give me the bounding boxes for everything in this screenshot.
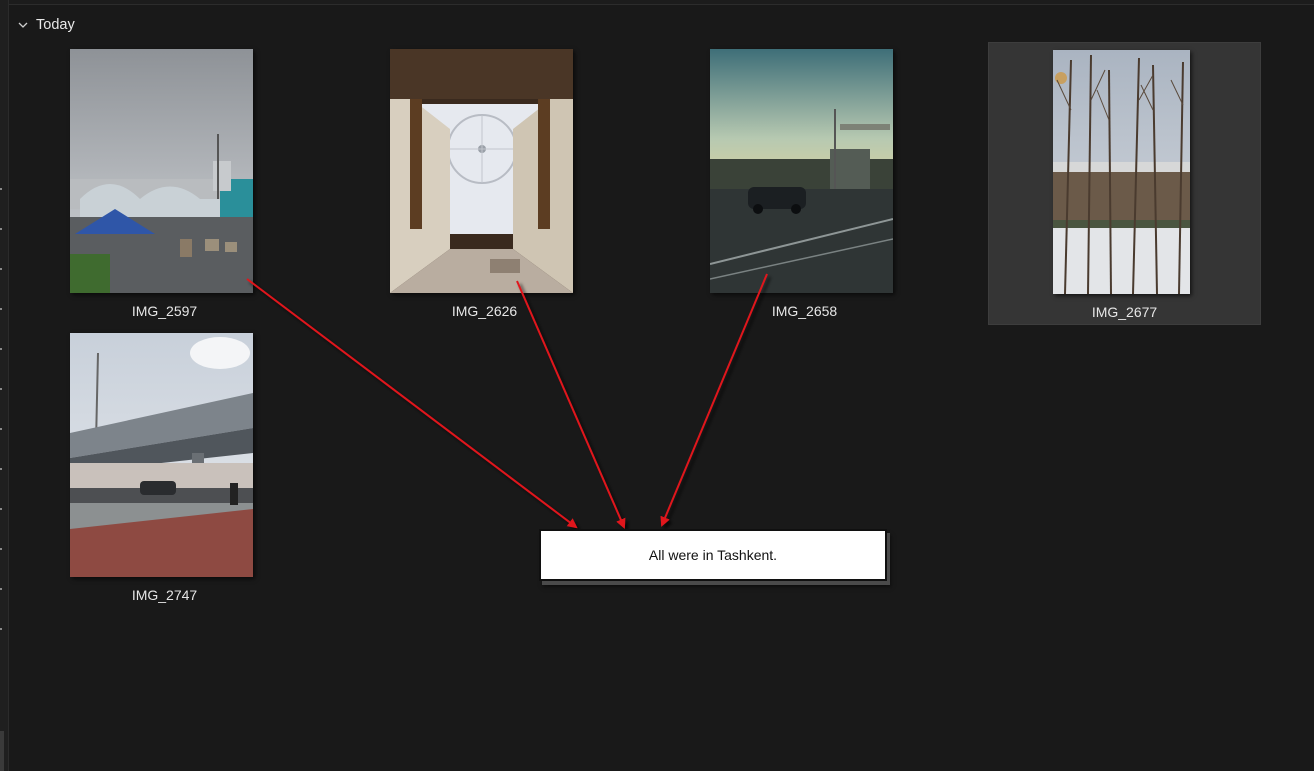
nav-tick xyxy=(0,348,2,350)
nav-tick xyxy=(0,428,2,430)
top-border xyxy=(8,0,1314,5)
navigation-pane-edge[interactable] xyxy=(0,0,9,771)
file-explorer-window: Today IMG_2597 IMG_2626 IMG_2658 IMG_267… xyxy=(0,0,1314,771)
nav-tick xyxy=(0,308,2,310)
group-header-today[interactable]: Today xyxy=(16,14,75,36)
nav-tick xyxy=(0,188,2,190)
photo-thumbnail[interactable] xyxy=(70,49,253,293)
photo-name-label: IMG_2597 xyxy=(131,303,198,319)
nav-tick xyxy=(0,548,2,550)
photo-tile-img-2658[interactable]: IMG_2658 xyxy=(668,42,941,325)
photo-thumbnail[interactable] xyxy=(1053,50,1190,294)
nav-tick xyxy=(0,388,2,390)
photo-thumbnail[interactable] xyxy=(390,49,573,293)
photo-name-label: IMG_2677 xyxy=(1091,304,1158,320)
photo-thumbnail[interactable] xyxy=(710,49,893,293)
photo-name-label: IMG_2747 xyxy=(131,587,198,603)
nav-tick xyxy=(0,268,2,270)
annotation-text: All were in Tashkent. xyxy=(648,547,778,563)
photo-thumbnail[interactable] xyxy=(70,333,253,577)
market-photo-icon xyxy=(70,49,253,293)
photo-tile-img-2597[interactable]: IMG_2597 xyxy=(28,42,301,325)
nav-tick xyxy=(0,588,2,590)
nav-tick xyxy=(0,468,2,470)
nav-tick xyxy=(0,508,2,510)
chevron-down-icon xyxy=(18,22,28,28)
winter-trees-photo-icon xyxy=(1053,50,1190,294)
scrollbar-thumb[interactable] xyxy=(0,731,4,771)
photo-tile-img-2626[interactable]: IMG_2626 xyxy=(348,42,621,325)
street-photo-icon xyxy=(710,49,893,293)
corridor-photo-icon xyxy=(390,49,573,293)
photo-name-label: IMG_2658 xyxy=(771,303,838,319)
overpass-photo-icon xyxy=(70,333,253,577)
group-header-label: Today xyxy=(36,17,75,33)
nav-tick xyxy=(0,228,2,230)
photo-tile-img-2677[interactable]: IMG_2677 xyxy=(988,42,1261,325)
photo-name-label: IMG_2626 xyxy=(451,303,518,319)
annotation-note: All were in Tashkent. xyxy=(539,529,887,581)
photo-tile-img-2747[interactable]: IMG_2747 xyxy=(28,326,301,609)
nav-tick xyxy=(0,628,2,630)
